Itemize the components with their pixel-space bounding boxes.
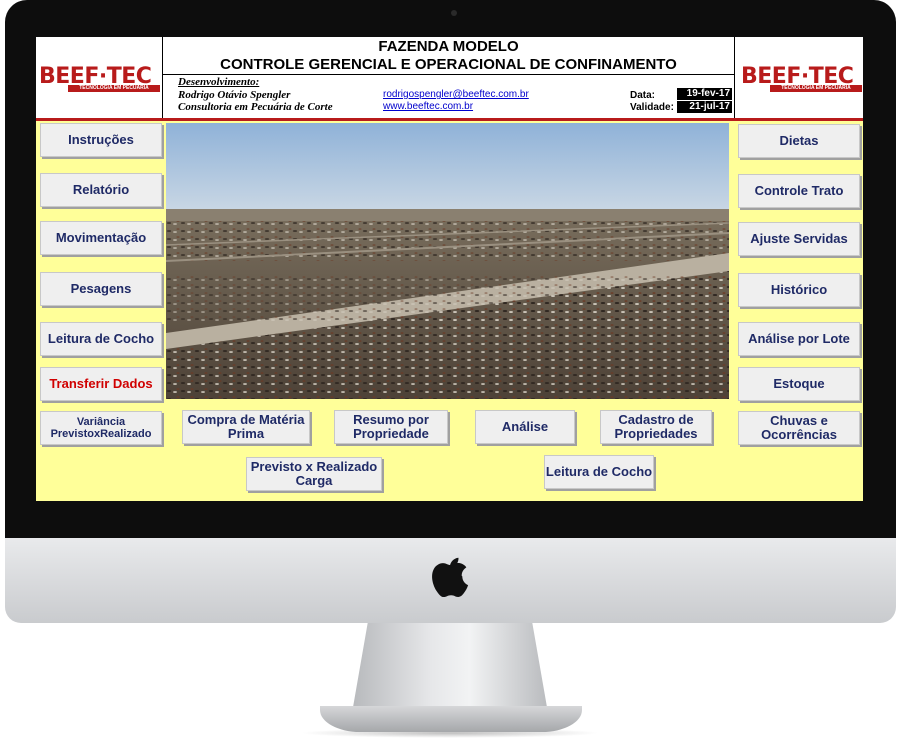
camera-dot	[451, 10, 457, 16]
analise-lote-button[interactable]: Análise por Lote	[738, 322, 860, 356]
apple-logo-icon	[432, 557, 469, 598]
email-link[interactable]: rodrigospengler@beeftec.com.br	[383, 89, 529, 100]
ajuste-servidas-button[interactable]: Ajuste Servidas	[738, 222, 860, 256]
transferir-dados-button[interactable]: Transferir Dados	[40, 367, 162, 401]
validity-label: Validade:	[630, 102, 674, 113]
dev-name: Rodrigo Otávio Spengler	[178, 89, 291, 101]
page-title: FAZENDA MODELO	[378, 38, 519, 55]
logo-left: BEEF·TEC TECNOLOGIA EM PECUÁRIA	[36, 37, 163, 118]
pesagens-button[interactable]: Pesagens	[40, 272, 162, 306]
historico-button[interactable]: Histórico	[738, 273, 860, 307]
monitor-stand-foot	[320, 706, 582, 732]
logo-right: BEEF·TEC TECNOLOGIA EM PECUÁRIA	[734, 37, 863, 118]
header: BEEF·TEC TECNOLOGIA EM PECUÁRIA FAZENDA …	[36, 37, 863, 121]
app-screen: BEEF·TEC TECNOLOGIA EM PECUÁRIA FAZENDA …	[36, 37, 863, 501]
dev-org: Consultoria em Pecuária de Corte	[178, 101, 333, 113]
analise-button[interactable]: Análise	[475, 410, 575, 444]
logo-subtext: TECNOLOGIA EM PECUÁRIA	[68, 85, 160, 92]
estoque-button[interactable]: Estoque	[738, 367, 860, 401]
movimentacao-button[interactable]: Movimentação	[40, 221, 162, 255]
instrucoes-button[interactable]: Instruções	[40, 123, 162, 157]
leitura-cocho-button[interactable]: Leitura de Cocho	[40, 322, 162, 356]
resumo-propriedade-button[interactable]: Resumo por Propriedade	[334, 410, 448, 444]
header-divider	[163, 74, 734, 75]
date-label: Data:	[630, 90, 656, 101]
feedlot-photo	[166, 123, 729, 399]
cadastro-propriedades-button[interactable]: Cadastro de Propriedades	[600, 410, 712, 444]
website-link[interactable]: www.beeftec.com.br	[383, 101, 473, 112]
compra-materia-prima-button[interactable]: Compra de Matéria Prima	[182, 410, 310, 444]
controle-trato-button[interactable]: Controle Trato	[738, 174, 860, 208]
chuvas-ocorrencias-button[interactable]: Chuvas e Ocorrências	[738, 411, 860, 445]
validity-value: 21-jul-17	[677, 101, 732, 113]
relatorio-button[interactable]: Relatório	[40, 173, 162, 207]
leitura-cocho-bottom-button[interactable]: Leitura de Cocho	[544, 455, 654, 489]
variancia-button[interactable]: Variância PrevistoxRealizado	[40, 411, 162, 445]
logo-subtext: TECNOLOGIA EM PECUÁRIA	[770, 85, 862, 92]
date-value: 19-fev-17	[677, 88, 732, 100]
previsto-realizado-carga-button[interactable]: Previsto x Realizado Carga	[246, 457, 382, 491]
page-subtitle: CONTROLE GERENCIAL E OPERACIONAL DE CONF…	[220, 56, 677, 73]
dietas-button[interactable]: Dietas	[738, 124, 860, 158]
dev-label: Desenvolvimento:	[178, 76, 260, 88]
monitor-stand-neck	[352, 623, 548, 713]
